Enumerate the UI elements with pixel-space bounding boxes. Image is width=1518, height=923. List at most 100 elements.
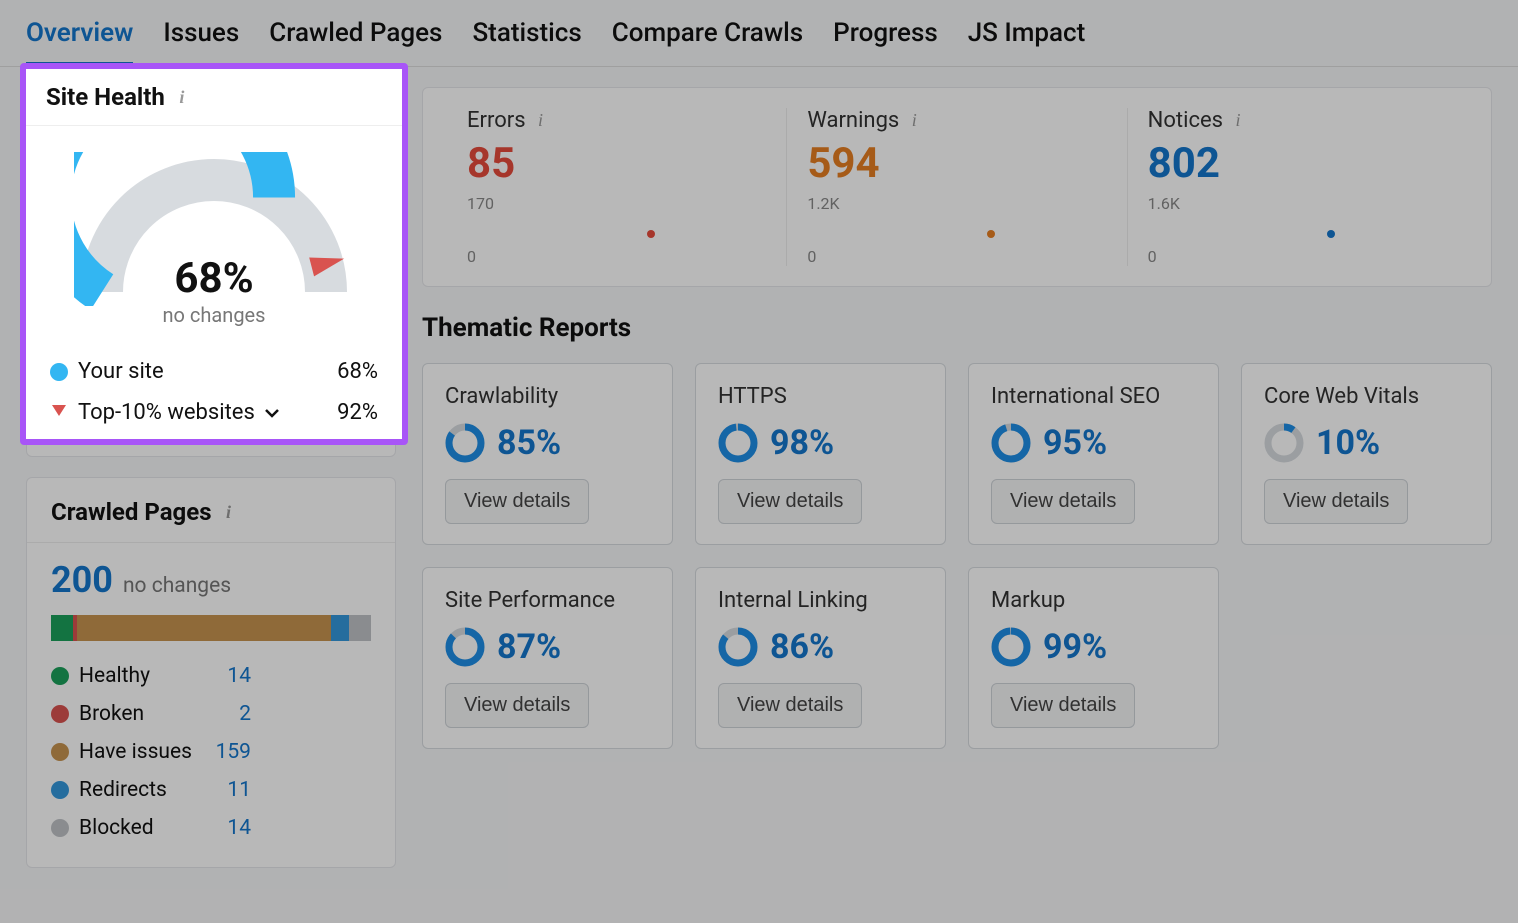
report-percent: 95% bbox=[1043, 423, 1107, 463]
legend-row-redirects[interactable]: Redirects 11 bbox=[51, 771, 251, 809]
legend-label: Blocked bbox=[79, 816, 201, 840]
report-row: 99% bbox=[991, 627, 1196, 667]
report-title: HTTPS bbox=[718, 384, 923, 409]
info-icon[interactable]: i bbox=[532, 112, 550, 130]
gauge-wrap: 68% no changes bbox=[26, 126, 402, 337]
legend-label: Redirects bbox=[79, 778, 201, 802]
legend-top10[interactable]: Top-10% websites 92% bbox=[50, 392, 378, 433]
report-card-international-seo: International SEO 95% View details bbox=[968, 363, 1219, 545]
info-icon[interactable]: i bbox=[1229, 112, 1247, 130]
site-health-legend: Your site 68% Top-10% websites 92% bbox=[26, 337, 402, 457]
crawled-pages-title: Crawled Pages i bbox=[27, 498, 395, 543]
report-row: 95% bbox=[991, 423, 1196, 463]
report-percent: 99% bbox=[1043, 627, 1107, 667]
top10-label: Top-10% websites bbox=[78, 400, 337, 425]
circle-icon bbox=[51, 781, 69, 799]
crawled-legend: Healthy 14 Broken 2 Have issues 159 Redi… bbox=[51, 657, 371, 847]
spark-dot bbox=[647, 230, 655, 238]
legend-label: Broken bbox=[79, 702, 201, 726]
tab-js-impact[interactable]: JS Impact bbox=[968, 18, 1086, 66]
report-title: Internal Linking bbox=[718, 588, 923, 613]
donut-icon bbox=[1264, 423, 1304, 463]
your-site-value: 68% bbox=[337, 359, 378, 384]
bar-segment-blocked[interactable] bbox=[349, 615, 371, 641]
report-title: Crawlability bbox=[445, 384, 650, 409]
report-row: 85% bbox=[445, 423, 650, 463]
spark-dot bbox=[987, 230, 995, 238]
view-details-button[interactable]: View details bbox=[718, 479, 862, 524]
legend-value: 14 bbox=[201, 664, 251, 688]
circle-icon bbox=[50, 363, 68, 381]
your-site-label: Your site bbox=[78, 359, 337, 384]
legend-row-broken[interactable]: Broken 2 bbox=[51, 695, 251, 733]
circle-icon bbox=[51, 743, 69, 761]
axis-max: 170 bbox=[467, 194, 494, 213]
top10-label-text: Top-10% websites bbox=[78, 400, 255, 425]
axis-min: 0 bbox=[1148, 247, 1157, 266]
bar-segment-have-issues[interactable] bbox=[77, 615, 331, 641]
circle-icon bbox=[51, 819, 69, 837]
donut-icon bbox=[718, 627, 758, 667]
notices-stat[interactable]: Notices i 802 1.6K 0 bbox=[1128, 108, 1467, 266]
view-details-button[interactable]: View details bbox=[718, 683, 862, 728]
report-card-internal-linking: Internal Linking 86% View details bbox=[695, 567, 946, 749]
donut-icon bbox=[445, 627, 485, 667]
legend-value: 2 bbox=[201, 702, 251, 726]
warnings-value: 594 bbox=[807, 139, 1106, 188]
bar-segment-healthy[interactable] bbox=[51, 615, 73, 641]
tab-statistics[interactable]: Statistics bbox=[472, 18, 581, 66]
view-details-button[interactable]: View details bbox=[991, 479, 1135, 524]
bar-segment-redirects[interactable] bbox=[331, 615, 349, 641]
legend-row-healthy[interactable]: Healthy 14 bbox=[51, 657, 251, 695]
triangle-down-icon bbox=[50, 400, 68, 425]
report-row: 87% bbox=[445, 627, 650, 667]
view-details-button[interactable]: View details bbox=[1264, 479, 1408, 524]
errors-stat[interactable]: Errors i 85 170 0 bbox=[447, 108, 787, 266]
report-card-markup: Markup 99% View details bbox=[968, 567, 1219, 749]
report-percent: 86% bbox=[770, 627, 834, 667]
report-card-site-performance: Site Performance 87% View details bbox=[422, 567, 673, 749]
view-details-button[interactable]: View details bbox=[445, 479, 589, 524]
thematic-title: Thematic Reports bbox=[422, 313, 1492, 343]
tabs: Overview Issues Crawled Pages Statistics Com… bbox=[0, 0, 1518, 67]
legend-row-blocked[interactable]: Blocked 14 bbox=[51, 809, 251, 847]
warnings-stat[interactable]: Warnings i 594 1.2K 0 bbox=[787, 108, 1127, 266]
warnings-label-text: Warnings bbox=[807, 108, 899, 133]
donut-icon bbox=[991, 423, 1031, 463]
errors-label-text: Errors bbox=[467, 108, 526, 133]
chevron-down-icon bbox=[264, 400, 280, 425]
view-details-button[interactable]: View details bbox=[445, 683, 589, 728]
legend-value: 159 bbox=[201, 740, 251, 764]
crawled-bar-chart bbox=[51, 615, 371, 641]
report-row: 86% bbox=[718, 627, 923, 667]
tab-issues[interactable]: Issues bbox=[163, 18, 239, 66]
report-title: Site Performance bbox=[445, 588, 650, 613]
tab-crawled-pages[interactable]: Crawled Pages bbox=[269, 18, 442, 66]
legend-your-site: Your site 68% bbox=[50, 351, 378, 392]
donut-icon bbox=[445, 423, 485, 463]
gauge-sub: no changes bbox=[74, 303, 354, 327]
tab-overview[interactable]: Overview bbox=[26, 18, 133, 66]
circle-icon bbox=[51, 667, 69, 685]
crawled-count[interactable]: 200 bbox=[51, 559, 113, 601]
top10-value: 92% bbox=[337, 400, 378, 425]
info-icon[interactable]: i bbox=[220, 503, 238, 521]
report-percent: 98% bbox=[770, 423, 834, 463]
info-icon[interactable]: i bbox=[173, 88, 191, 106]
view-details-button[interactable]: View details bbox=[991, 683, 1135, 728]
site-health-highlight: Site Health i 68% no changes Your site 6… bbox=[26, 69, 402, 457]
right-column: Errors i 85 170 0 Warnings i 594 1.2K 0 … bbox=[422, 87, 1492, 868]
info-icon[interactable]: i bbox=[905, 112, 923, 130]
spark-dot bbox=[1327, 230, 1335, 238]
report-title: International SEO bbox=[991, 384, 1196, 409]
errors-value: 85 bbox=[467, 139, 766, 188]
thematic-reports: Thematic Reports Crawlability 85% View d… bbox=[422, 313, 1492, 749]
legend-row-have-issues[interactable]: Have issues 159 bbox=[51, 733, 251, 771]
tab-progress[interactable]: Progress bbox=[833, 18, 938, 66]
circle-icon bbox=[51, 705, 69, 723]
warnings-label: Warnings i bbox=[807, 108, 1106, 133]
tab-compare-crawls[interactable]: Compare Crawls bbox=[612, 18, 803, 66]
crawled-sub: no changes bbox=[123, 574, 231, 598]
report-percent: 87% bbox=[497, 627, 561, 667]
report-card-core-web-vitals: Core Web Vitals 10% View details bbox=[1241, 363, 1492, 545]
